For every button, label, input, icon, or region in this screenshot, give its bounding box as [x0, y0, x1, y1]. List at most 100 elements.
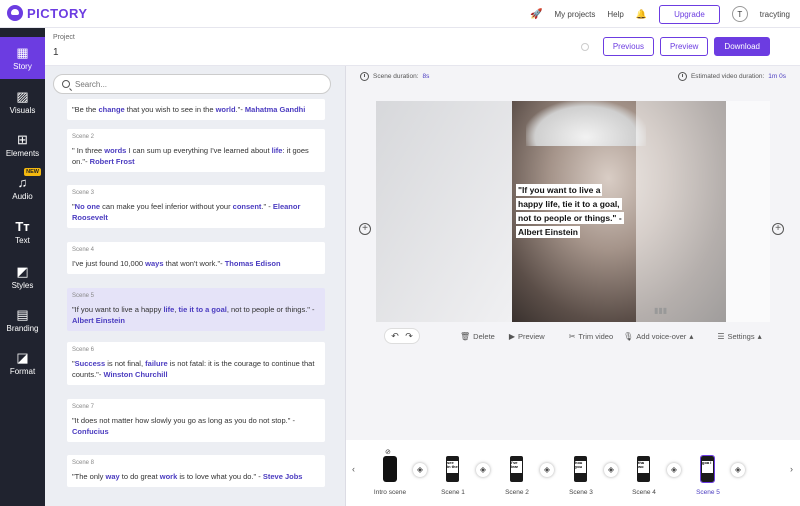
scene-thumbnail[interactable]: see in the [446, 456, 459, 482]
sidebar-item-styles[interactable]: ◩ Styles [0, 256, 45, 298]
undo-icon[interactable]: ↶ [388, 331, 402, 342]
scene-script-text[interactable]: "Be the change that you wish to see in t… [72, 104, 320, 115]
layers-icon[interactable]: ◈ [604, 463, 618, 477]
preview-scene-button[interactable]: ▶ Preview [509, 332, 545, 341]
project-name[interactable]: 1 [53, 47, 59, 58]
quote-text-overlay[interactable]: "If you want to live a happy life, tie i… [516, 183, 628, 239]
project-header: Project 1 Previous Preview Download [45, 28, 800, 66]
undo-redo-group: ↶ ↷ [384, 328, 420, 344]
highlighted-keyword: words [104, 146, 127, 155]
estimated-duration-label: Estimated video duration: [690, 73, 765, 80]
scene-thumbnail[interactable] [383, 456, 397, 482]
sidebar-item-audio[interactable]: NEW ♫ Audio [0, 167, 45, 209]
scene-duration-value[interactable]: 8s [423, 73, 430, 80]
previous-button[interactable]: Previous [602, 37, 654, 56]
script-fragment: is not final, [105, 359, 146, 368]
scene-thumbnail[interactable]: I've lear [510, 456, 523, 482]
layers-icon[interactable]: ◈ [413, 463, 427, 477]
layers-icon[interactable]: ◈ [476, 463, 490, 477]
redo-icon[interactable]: ↷ [402, 331, 416, 342]
trash-icon: 🗑 [460, 331, 471, 341]
highlighted-keyword: Mahatma Gandhi [244, 105, 306, 114]
settings-button[interactable]: ☰ Settings ▴ [717, 332, 761, 341]
add-voice-over-button[interactable]: 🎙 Add voice-over ▴ [623, 332, 693, 341]
preview-button[interactable]: Preview [659, 37, 709, 56]
estimated-duration-value: 1m 0s [768, 73, 786, 80]
scene-script-text[interactable]: "If you want to live a happy life, tie i… [72, 304, 320, 326]
search-box[interactable] [53, 74, 331, 94]
sidebar-item-visuals[interactable]: ▨ Visuals [0, 81, 45, 123]
highlighted-keyword: Steve Jobs [262, 472, 303, 481]
sidebar-item-elements[interactable]: ⊞ Elements [0, 124, 45, 166]
upgrade-button[interactable]: Upgrade [659, 4, 720, 24]
scene-card[interactable]: Scene 5 "If you want to live a happy life… [67, 288, 325, 331]
thumbnail-text: tha wo [638, 461, 649, 473]
avatar[interactable]: T [731, 6, 748, 22]
scene-thumbnail[interactable]: goa l [700, 455, 715, 483]
scene-card[interactable]: Scene 7 "It does not matter how slowly yo… [67, 399, 325, 442]
add-scene-before-icon[interactable]: + [359, 223, 371, 235]
scene-thumbnail-label: Intro scene [373, 489, 407, 496]
scene-thumbnail[interactable]: hou you [574, 456, 587, 482]
scenes-panel: "Be the change that you wish to see in t… [45, 66, 346, 506]
highlighted-keyword: world [215, 105, 236, 114]
new-badge: NEW [24, 168, 41, 176]
layers-icon[interactable]: ◈ [667, 463, 681, 477]
scene-thumbnail-label: Scene 2 [505, 489, 529, 496]
script-fragment: that you wish to see in the [124, 105, 216, 114]
scene-number-label: Scene 4 [72, 247, 95, 253]
layers-icon[interactable]: ◈ [731, 463, 745, 477]
search-input[interactable] [75, 79, 315, 89]
styles-icon: ◩ [16, 263, 29, 279]
scene-script-text[interactable]: I've just found 10,000 ways that won't w… [72, 258, 320, 269]
microphone-icon: 🎙 [623, 331, 634, 341]
highlighted-keyword: work [159, 472, 178, 481]
caret-up-icon: ▴ [757, 331, 762, 341]
bell-icon[interactable]: 🔔 [636, 9, 647, 20]
sidebar-item-story[interactable]: ▦ Story [0, 37, 45, 79]
scene-script-text[interactable]: "No one can make you feel inferior witho… [72, 201, 320, 223]
my-projects-link[interactable]: My projects [555, 10, 596, 19]
script-fragment: "The only [72, 472, 106, 481]
scene-card[interactable]: Scene 2 " In three words I can sum up eve… [67, 129, 325, 172]
scene-script-text[interactable]: "Success is not final, failure is not fa… [72, 358, 320, 380]
scene-script-text[interactable]: " In three words I can sum up everything… [72, 145, 320, 167]
scene-script-text[interactable]: "The only way to do great work is to lov… [72, 471, 320, 482]
add-scene-after-icon[interactable]: + [772, 223, 784, 235]
clock-icon [677, 72, 687, 81]
rocket-icon[interactable]: 🚀 [530, 9, 542, 20]
scene-thumbnail[interactable]: tha wo [637, 456, 650, 482]
video-canvas[interactable]: "If you want to live a happy life, tie i… [376, 101, 770, 322]
pictory-logo[interactable]: PICTORY [7, 5, 88, 21]
scene-number-label: Scene 6 [72, 347, 95, 353]
scene-card[interactable]: Scene 3 "No one can make you feel inferio… [67, 185, 325, 228]
delete-button[interactable]: 🗑 Delete [460, 332, 495, 341]
scene-card[interactable]: Scene 4 I've just found 10,000 ways that … [67, 242, 325, 274]
sidebar-item-label: Branding [6, 323, 39, 333]
timeline-left-arrow-icon[interactable]: ‹ [352, 464, 355, 474]
username[interactable]: tracyting [760, 10, 790, 19]
hidden-eye-icon[interactable]: ⊘ [385, 448, 391, 456]
sidebar-item-format[interactable]: ◪ Format [0, 342, 45, 384]
layers-icon[interactable]: ◈ [540, 463, 554, 477]
download-button[interactable]: Download [714, 37, 770, 56]
sidebar-item-text[interactable]: Tт Text [0, 211, 45, 253]
sidebar-item-branding[interactable]: ▤ Branding [0, 299, 45, 341]
sidebar-item-label: Styles [11, 280, 34, 290]
scene-card[interactable]: Scene 6 "Success is not final, failure is… [67, 342, 325, 385]
timeline-right-arrow-icon[interactable]: › [790, 464, 793, 474]
scene-number-label: Scene 2 [72, 134, 95, 140]
scene-card[interactable]: "Be the change that you wish to see in t… [67, 99, 325, 120]
thumbnail-text: hou you [575, 461, 586, 473]
help-link[interactable]: Help [607, 10, 623, 19]
script-fragment: , not to people or things." - [226, 305, 315, 314]
script-fragment: I've just found 10,000 [72, 259, 146, 268]
script-fragment: " In three [72, 146, 105, 155]
highlighted-keyword: failure [145, 359, 168, 368]
scene-card[interactable]: Scene 8 "The only way to do great work is… [67, 455, 325, 487]
trim-video-button[interactable]: ✂ Trim video [569, 332, 613, 341]
scene-script-text[interactable]: "It does not matter how slowly you go as… [72, 415, 320, 437]
script-fragment: can make you feel inferior without your [100, 202, 233, 211]
image-overlay [636, 101, 726, 322]
scene-number-label: Scene 8 [72, 460, 95, 466]
